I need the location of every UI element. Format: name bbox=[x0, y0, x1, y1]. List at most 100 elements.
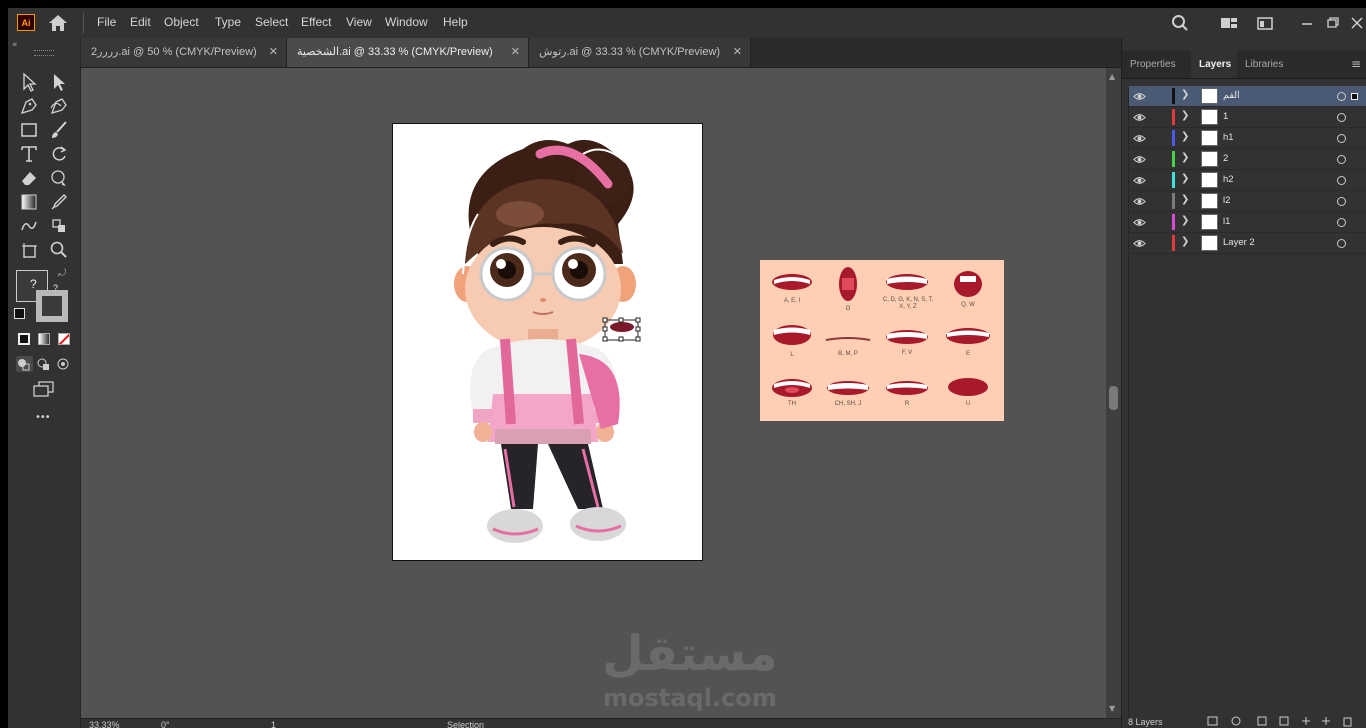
character-illustration[interactable] bbox=[393, 124, 702, 560]
expand-chevron-icon[interactable]: ❯ bbox=[1181, 89, 1189, 100]
expand-chevron-icon[interactable]: ❯ bbox=[1181, 110, 1189, 121]
visibility-eye-icon[interactable] bbox=[1133, 195, 1146, 208]
draw-inside-button[interactable] bbox=[56, 356, 73, 372]
pen-tool-icon[interactable] bbox=[19, 96, 39, 116]
tab-libraries[interactable]: Libraries bbox=[1237, 51, 1295, 78]
target-circle-icon[interactable] bbox=[1337, 197, 1346, 206]
layer-row[interactable]: ❯ Layer 2 bbox=[1129, 233, 1366, 254]
expand-chevron-icon[interactable]: ❯ bbox=[1181, 236, 1189, 247]
eraser-tool-icon[interactable] bbox=[19, 168, 39, 188]
visibility-eye-icon[interactable] bbox=[1133, 237, 1146, 250]
layer-name[interactable]: Layer 2 bbox=[1223, 237, 1255, 248]
tab-close-icon[interactable]: ✕ bbox=[269, 38, 278, 67]
selection-tool-icon[interactable] bbox=[19, 72, 39, 92]
color-mode-button[interactable] bbox=[18, 333, 30, 345]
layer-name[interactable]: 1 bbox=[1223, 111, 1228, 122]
artboard-tool-icon[interactable] bbox=[19, 240, 39, 260]
menu-edit[interactable]: Edit bbox=[130, 15, 151, 29]
menu-effect[interactable]: Effect bbox=[301, 15, 331, 29]
gradient-tool-icon[interactable] bbox=[19, 192, 39, 212]
zoom-tool-icon[interactable] bbox=[49, 240, 69, 260]
visibility-eye-icon[interactable] bbox=[1133, 216, 1146, 229]
target-circle-icon[interactable] bbox=[1337, 155, 1346, 164]
layer-row[interactable]: ❯ h2 bbox=[1129, 170, 1366, 191]
shape-builder-tool-icon[interactable] bbox=[19, 216, 39, 236]
stroke-swatch[interactable]: ? bbox=[36, 283, 68, 322]
menu-type[interactable]: Type bbox=[215, 15, 241, 29]
layer-row[interactable]: ❯ 1 bbox=[1129, 107, 1366, 128]
target-circle-icon[interactable] bbox=[1337, 239, 1346, 248]
layer-row[interactable]: ❯ l2 bbox=[1129, 191, 1366, 212]
visibility-eye-icon[interactable] bbox=[1133, 111, 1146, 124]
workspace-switcher-icon[interactable] bbox=[1256, 14, 1274, 32]
panel-menu-icon[interactable]: ≡ bbox=[1351, 57, 1361, 71]
rectangle-tool-icon[interactable] bbox=[19, 120, 39, 140]
document-tab[interactable]: رتوش.ai @ 33.33 % (CMYK/Preview) ✕ bbox=[529, 38, 751, 67]
panel-grip[interactable] bbox=[34, 50, 54, 56]
live-paint-tool-icon[interactable] bbox=[49, 216, 69, 236]
tab-close-icon[interactable]: ✕ bbox=[733, 38, 742, 67]
menu-view[interactable]: View bbox=[346, 15, 372, 29]
expand-chevron-icon[interactable]: ❯ bbox=[1181, 131, 1189, 142]
type-tool-icon[interactable] bbox=[19, 144, 39, 164]
tab-close-icon[interactable]: ✕ bbox=[511, 38, 520, 67]
menu-file[interactable]: File bbox=[97, 15, 116, 29]
arrange-documents-icon[interactable] bbox=[1220, 14, 1238, 32]
draw-normal-button[interactable] bbox=[16, 356, 33, 372]
search-icon[interactable] bbox=[1171, 14, 1189, 32]
rotate-tool-icon[interactable] bbox=[49, 144, 69, 164]
scroll-thumb[interactable] bbox=[1109, 386, 1118, 410]
minimize-icon[interactable] bbox=[1298, 14, 1316, 32]
target-circle-icon[interactable] bbox=[1337, 92, 1346, 101]
canvas-area[interactable]: A, E, I O C, D, G, K, N, S, T, X, Y, Z Q… bbox=[81, 68, 1106, 718]
expand-chevron-icon[interactable]: ❯ bbox=[1181, 194, 1189, 205]
document-tab-active[interactable]: الشخصية.ai @ 33.33 % (CMYK/Preview) ✕ bbox=[287, 38, 529, 67]
close-icon[interactable] bbox=[1348, 14, 1366, 32]
home-icon[interactable] bbox=[48, 14, 68, 32]
scroll-up-icon[interactable]: ▲ bbox=[1109, 72, 1115, 81]
layer-name[interactable]: l1 bbox=[1223, 216, 1230, 227]
scroll-down-icon[interactable]: ▼ bbox=[1109, 704, 1115, 713]
target-circle-icon[interactable] bbox=[1337, 176, 1346, 185]
document-tab[interactable]: 2رررر.ai @ 50 % (CMYK/Preview) ✕ bbox=[81, 38, 287, 67]
tab-layers[interactable]: Layers bbox=[1191, 51, 1237, 78]
visibility-eye-icon[interactable] bbox=[1133, 153, 1146, 166]
eyedropper-tool-icon[interactable] bbox=[49, 192, 69, 212]
zoom-level[interactable]: 33.33% bbox=[89, 720, 120, 728]
layer-row[interactable]: ❯ 2 bbox=[1129, 149, 1366, 170]
rotation-value[interactable]: 0° bbox=[161, 720, 170, 728]
expand-chevron-icon[interactable]: ❯ bbox=[1181, 152, 1189, 163]
layer-row[interactable]: ❯ الفم bbox=[1129, 86, 1366, 107]
vertical-scrollbar[interactable]: ▲ ▼ bbox=[1106, 68, 1121, 718]
target-circle-icon[interactable] bbox=[1337, 113, 1346, 122]
gradient-mode-button[interactable] bbox=[38, 333, 50, 345]
edit-toolbar-button[interactable]: ••• bbox=[35, 412, 51, 423]
layer-row[interactable]: ❯ l1 bbox=[1129, 212, 1366, 233]
draw-behind-button[interactable] bbox=[36, 356, 53, 372]
mouth-chart[interactable]: A, E, I O C, D, G, K, N, S, T, X, Y, Z Q… bbox=[760, 260, 1004, 421]
layer-name[interactable]: l2 bbox=[1223, 195, 1230, 206]
layer-row[interactable]: ❯ h1 bbox=[1129, 128, 1366, 149]
artboard-number[interactable]: 1 bbox=[271, 720, 276, 728]
layer-name[interactable]: الفم bbox=[1223, 90, 1240, 101]
layer-name[interactable]: h1 bbox=[1223, 132, 1234, 143]
menu-help[interactable]: Help bbox=[443, 15, 468, 29]
target-circle-icon[interactable] bbox=[1337, 134, 1346, 143]
paintbrush-tool-icon[interactable] bbox=[49, 120, 69, 140]
puppet-warp-tool-icon[interactable] bbox=[49, 168, 69, 188]
layer-name[interactable]: h2 bbox=[1223, 174, 1234, 185]
curvature-tool-icon[interactable] bbox=[49, 96, 69, 116]
expand-chevron-icon[interactable]: ❯ bbox=[1181, 173, 1189, 184]
menu-object[interactable]: Object bbox=[164, 15, 199, 29]
visibility-eye-icon[interactable] bbox=[1133, 90, 1146, 103]
expand-chevron-icon[interactable]: ❯ bbox=[1181, 215, 1189, 226]
artboard[interactable] bbox=[392, 123, 703, 561]
menu-select[interactable]: Select bbox=[255, 15, 288, 29]
restore-icon[interactable] bbox=[1324, 14, 1342, 32]
visibility-eye-icon[interactable] bbox=[1133, 132, 1146, 145]
swap-fill-stroke-icon[interactable]: ⤾ bbox=[58, 268, 66, 279]
target-circle-icon[interactable] bbox=[1337, 218, 1346, 227]
screen-mode-button[interactable] bbox=[33, 381, 55, 397]
none-mode-button[interactable] bbox=[58, 333, 70, 345]
collapse-panel-icon[interactable]: « bbox=[12, 40, 18, 50]
